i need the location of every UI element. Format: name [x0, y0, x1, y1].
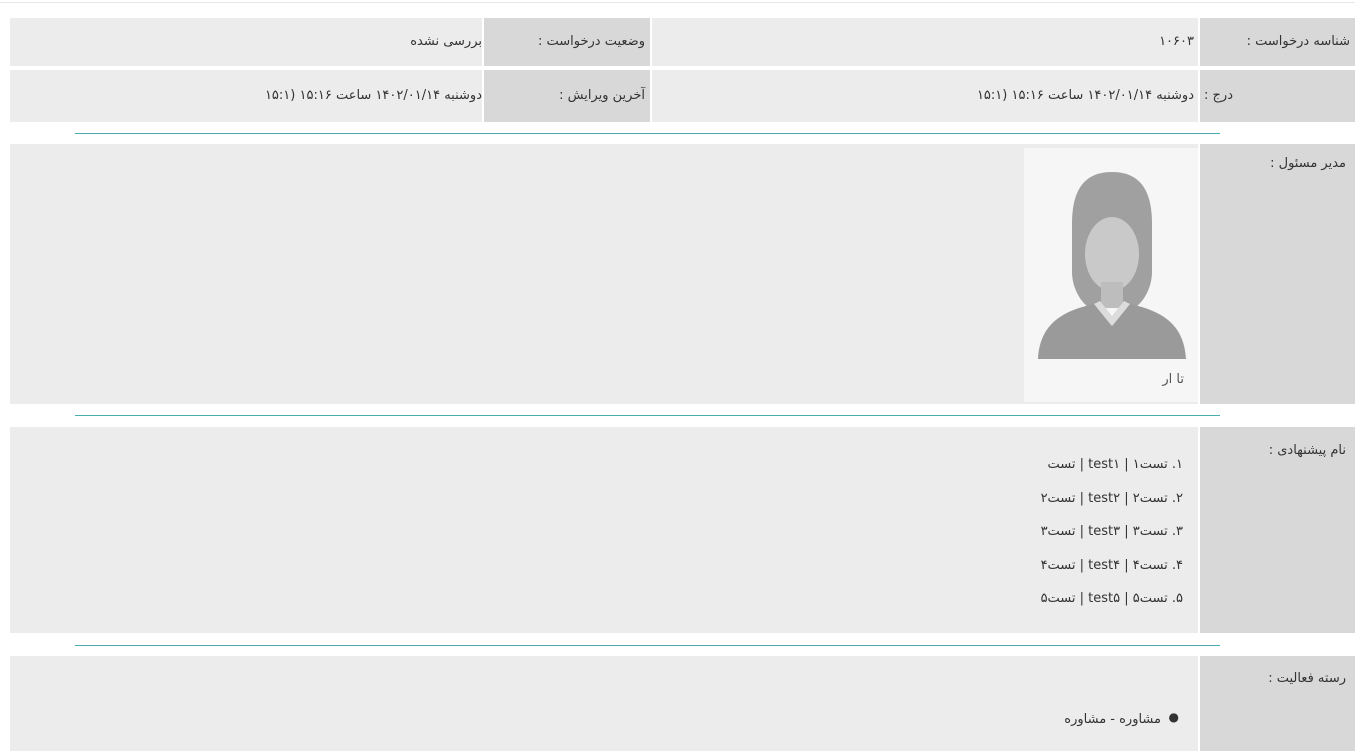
status-value-cell: بررسی نشده — [10, 18, 482, 66]
manager-avatar-card[interactable]: تا ار — [1024, 148, 1198, 402]
list-item: ۵. تست۵ | test۵ | تست۵ — [1040, 591, 1183, 606]
list-item: ۴. تست۴ | test۴ | تست۴ — [1040, 557, 1183, 573]
status-label: وضعیت درخواست : — [537, 34, 645, 49]
suggested-names-label-cell: نام پیشنهادی : — [1200, 427, 1355, 633]
section-separator — [75, 133, 1220, 134]
list-item: ۳. تست۳ | test۳ | تست۳ — [1040, 524, 1183, 539]
request-id-label-cell: شناسه درخواست : — [1200, 18, 1355, 66]
request-id-value-cell: ۱۰۶۰۳ — [652, 18, 1198, 66]
edit-label: آخرین ویرایش : — [559, 88, 645, 103]
edit-value: دوشنبه ۱۴۰۲/۰۱/۱۴ ساعت ۱۵:۱۶ (۱۵:۱ — [264, 88, 482, 103]
status-label-cell: وضعیت درخواست : — [484, 18, 650, 66]
manager-label: مدیر مسئول : — [1270, 156, 1346, 171]
list-item: ۱. تست۱ | test۱ | تست — [1047, 457, 1183, 472]
status-value: بررسی نشده — [410, 34, 482, 49]
edit-value-cell: دوشنبه ۱۴۰۲/۰۱/۱۴ ساعت ۱۵:۱۶ (۱۵:۱ — [10, 70, 482, 122]
suggested-names-list: ۱. تست۱ | test۱ | تست ۲. تست۲ | test۲ | … — [1041, 456, 1183, 624]
bullet-icon: ● — [1168, 710, 1179, 724]
list-item: ۲. تست۲ | test۲ | تست۲ — [1040, 490, 1183, 506]
section-separator — [75, 645, 1220, 646]
request-id-label: شناسه درخواست : — [1246, 34, 1350, 49]
activity-value-cell — [10, 656, 1198, 751]
manager-value-cell — [10, 144, 1198, 404]
female-avatar-icon — [1032, 154, 1192, 364]
top-border — [0, 2, 1355, 3]
manager-label-cell: مدیر مسئول : — [1200, 144, 1355, 404]
suggested-names-label: نام پیشنهادی : — [1268, 443, 1346, 458]
activity-label-cell: رسته فعالیت : — [1200, 656, 1355, 751]
manager-name[interactable]: تا ار — [1162, 372, 1184, 387]
activity-item: مشاوره - مشاوره — [1064, 712, 1161, 727]
edit-label-cell: آخرین ویرایش : — [484, 70, 650, 122]
request-id-value: ۱۰۶۰۳ — [1159, 34, 1194, 49]
insert-label-cell: درج : — [1200, 70, 1355, 122]
insert-value-cell: دوشنبه ۱۴۰۲/۰۱/۱۴ ساعت ۱۵:۱۶ (۱۵:۱ — [652, 70, 1198, 122]
section-separator — [75, 415, 1220, 416]
activity-label: رسته فعالیت : — [1268, 671, 1346, 686]
suggested-names-value-cell — [10, 427, 1198, 633]
insert-value: دوشنبه ۱۴۰۲/۰۱/۱۴ ساعت ۱۵:۱۶ (۱۵:۱ — [976, 88, 1194, 103]
insert-label: درج : — [1204, 88, 1233, 103]
